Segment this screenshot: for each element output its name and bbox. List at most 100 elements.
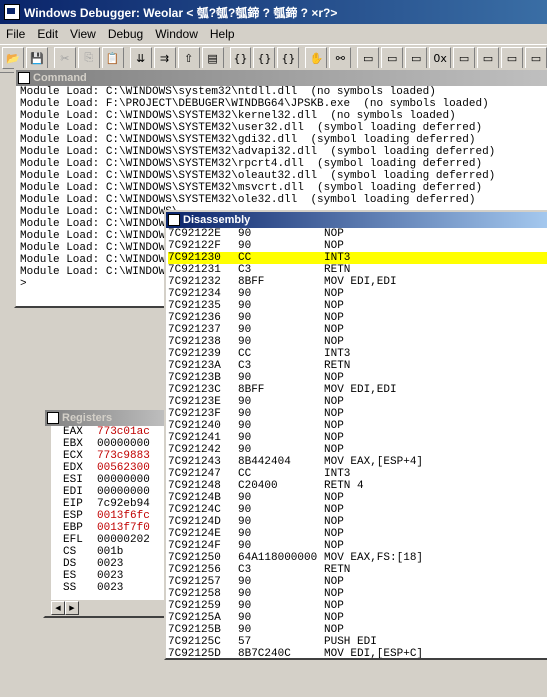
register-value[interactable]: 773c9883 xyxy=(97,450,167,462)
register-value[interactable]: 00000000 xyxy=(97,474,167,486)
run-to-cursor-icon[interactable]: ▤ xyxy=(201,47,224,69)
watch-window-icon[interactable]: ▭ xyxy=(381,47,404,69)
disassembly-window[interactable]: Disassembly 7C92122E 90 NOP 7C92122F 90 NOP 7C… xyxy=(164,210,547,660)
disassembly-row[interactable]: 7C92125D 8B7C240C MOV EDI,[ESP+C] xyxy=(168,648,547,658)
menu-file[interactable]: File xyxy=(0,27,31,41)
menu-debug[interactable]: Debug xyxy=(102,27,149,41)
disassembly-row[interactable]: 7C92122E 90 NOP xyxy=(168,228,547,240)
memory-window-icon[interactable]: ▭ xyxy=(453,47,476,69)
disassembly-window-icon[interactable]: ▭ xyxy=(500,47,523,69)
register-value[interactable]: 0023 xyxy=(97,582,167,594)
disassembly-row[interactable]: 7C92124F 90 NOP xyxy=(168,540,547,552)
register-value[interactable]: 773c01ac xyxy=(97,426,167,438)
disassembly-row[interactable]: 7C921258 90 NOP xyxy=(168,588,547,600)
disassembly-row[interactable]: 7C92124E 90 NOP xyxy=(168,528,547,540)
disassembly-row[interactable]: 7C921247 CC INT3 xyxy=(168,468,547,480)
registers-window[interactable]: Registers EAX 773c01ac EBX 00000000 ECX 773c9… xyxy=(43,408,171,618)
disassembly-row[interactable]: 7C92124D 90 NOP xyxy=(168,516,547,528)
disassembly-row[interactable]: 7C92125C 57 PUSH EDI xyxy=(168,636,547,648)
register-row[interactable]: ES 0023 xyxy=(63,570,167,582)
disassembly-row[interactable]: 7C921238 90 NOP xyxy=(168,336,547,348)
menu-window[interactable]: Window xyxy=(149,27,204,41)
disassembly-row[interactable]: 7C921236 90 NOP xyxy=(168,312,547,324)
brace-step-icon[interactable]: {} xyxy=(253,47,276,69)
disassembly-row[interactable]: 7C92122F 90 NOP xyxy=(168,240,547,252)
disassembly-row[interactable]: 7C921242 90 NOP xyxy=(168,444,547,456)
register-value[interactable]: 00000000 xyxy=(97,486,167,498)
menu-edit[interactable]: Edit xyxy=(31,27,64,41)
open-icon[interactable]: 📂 xyxy=(2,47,24,69)
step-out-icon[interactable]: ⇧ xyxy=(177,47,200,69)
disassembly-row[interactable]: 7C92125B 90 NOP xyxy=(168,624,547,636)
title-bar[interactable]: Windows Debugger: Weolar < 瓠?瓠?瓠鍗 ? 瓠鍗 ?… xyxy=(0,0,547,24)
disassembly-row[interactable]: 7C921231 C3 RETN xyxy=(168,264,547,276)
disassembly-row[interactable]: 7C92123E 90 NOP xyxy=(168,396,547,408)
disassembly-row[interactable]: 7C92123C 8BFF MOV EDI,EDI xyxy=(168,384,547,396)
callstack-window-icon[interactable]: ▭ xyxy=(477,47,499,69)
register-value[interactable]: 001b xyxy=(97,546,167,558)
brace-open-icon[interactable]: {} xyxy=(229,47,252,69)
cut-icon[interactable]: ✂ xyxy=(53,47,76,69)
paste-icon[interactable]: 📋 xyxy=(101,47,124,69)
disassembly-row[interactable]: 7C921259 90 NOP xyxy=(168,600,547,612)
disassembly-row[interactable]: 7C921243 8B442404 MOV EAX,[ESP+4] xyxy=(168,456,547,468)
register-value[interactable]: 0023 xyxy=(97,558,167,570)
disassembly-listing[interactable]: 7C92122E 90 NOP 7C92122F 90 NOP 7C921230 CC INT3… xyxy=(166,228,547,658)
register-row[interactable]: EBP 0013f7f0 xyxy=(63,522,167,534)
scroll-left-arrow-icon[interactable]: ◀ xyxy=(51,601,65,615)
command-window-titlebar[interactable]: Command xyxy=(16,70,547,86)
register-row[interactable]: ECX 773c9883 xyxy=(63,450,167,462)
register-value[interactable]: 0023 xyxy=(97,570,167,582)
register-value[interactable]: 00000202 xyxy=(97,534,167,546)
register-row[interactable]: EAX 773c01ac xyxy=(63,426,167,438)
registers-window-titlebar[interactable]: Registers xyxy=(45,410,169,426)
disassembly-row[interactable]: 7C921256 C3 RETN xyxy=(168,564,547,576)
register-row[interactable]: EBX 00000000 xyxy=(63,438,167,450)
binoculars-icon[interactable]: ⚯ xyxy=(329,47,352,69)
disassembly-row[interactable]: 7C921241 90 NOP xyxy=(168,432,547,444)
register-row[interactable]: EDI 00000000 xyxy=(63,486,167,498)
disassembly-row[interactable]: 7C921240 90 NOP xyxy=(168,420,547,432)
register-row[interactable]: EIP 7c92eb94 xyxy=(63,498,167,510)
disassembly-row[interactable]: 7C921232 8BFF MOV EDI,EDI xyxy=(168,276,547,288)
disassembly-row[interactable]: 7C92123B 90 NOP xyxy=(168,372,547,384)
hand-icon[interactable]: ✋ xyxy=(305,47,328,69)
register-value[interactable]: 7c92eb94 xyxy=(97,498,167,510)
register-row[interactable]: CS 001b xyxy=(63,546,167,558)
brace-close-icon[interactable]: {} xyxy=(277,47,300,69)
windbg-app-icon[interactable] xyxy=(4,4,20,20)
register-row[interactable]: EDX 00562300 xyxy=(63,462,167,474)
disassembly-row[interactable]: 7C921248 C20400 RETN 4 xyxy=(168,480,547,492)
registers-window-icon[interactable]: 0x xyxy=(429,47,452,69)
step-over-icon[interactable]: ⇉ xyxy=(153,47,176,69)
register-row[interactable]: DS 0023 xyxy=(63,558,167,570)
registers-list[interactable]: EAX 773c01ac EBX 00000000 ECX 773c9883 EDX 0056… xyxy=(51,426,169,600)
command-window-icon[interactable]: ▭ xyxy=(357,47,380,69)
scroll-right-arrow-icon[interactable]: ▶ xyxy=(65,601,79,615)
register-row[interactable]: EFL 00000202 xyxy=(63,534,167,546)
register-value[interactable]: 0013f6fc xyxy=(97,510,167,522)
disassembly-window-titlebar[interactable]: Disassembly xyxy=(166,212,547,228)
disassembly-row[interactable]: 7C921234 90 NOP xyxy=(168,288,547,300)
register-row[interactable]: ESP 0013f6fc xyxy=(63,510,167,522)
disassembly-row[interactable]: 7C921257 90 NOP xyxy=(168,576,547,588)
register-value[interactable]: 00000000 xyxy=(97,438,167,450)
register-value[interactable]: 0013f7f0 xyxy=(97,522,167,534)
register-value[interactable]: 00562300 xyxy=(97,462,167,474)
scratch-window-icon[interactable]: ▭ xyxy=(524,47,547,69)
disassembly-row[interactable]: 7C921235 90 NOP xyxy=(168,300,547,312)
disassembly-row[interactable]: 7C92125A 90 NOP xyxy=(168,612,547,624)
save-icon[interactable]: 💾 xyxy=(25,47,48,69)
disassembly-row[interactable]: 7C92124C 90 NOP xyxy=(168,504,547,516)
disassembly-row[interactable]: 7C921250 64A118000000 MOV EAX,FS:[18] xyxy=(168,552,547,564)
current-instruction-row[interactable]: 7C921230 CC INT3 xyxy=(168,252,547,264)
registers-hscrollbar[interactable]: ◀ ▶ xyxy=(51,601,79,616)
register-row[interactable]: ESI 00000000 xyxy=(63,474,167,486)
disassembly-row[interactable]: 7C92124B 90 NOP xyxy=(168,492,547,504)
disassembly-row[interactable]: 7C92123F 90 NOP xyxy=(168,408,547,420)
menu-view[interactable]: View xyxy=(64,27,102,41)
disassembly-row[interactable]: 7C921237 90 NOP xyxy=(168,324,547,336)
copy-icon[interactable]: ⎘ xyxy=(77,47,100,69)
disassembly-row[interactable]: 7C921239 CC INT3 xyxy=(168,348,547,360)
locals-window-icon[interactable]: ▭ xyxy=(405,47,428,69)
